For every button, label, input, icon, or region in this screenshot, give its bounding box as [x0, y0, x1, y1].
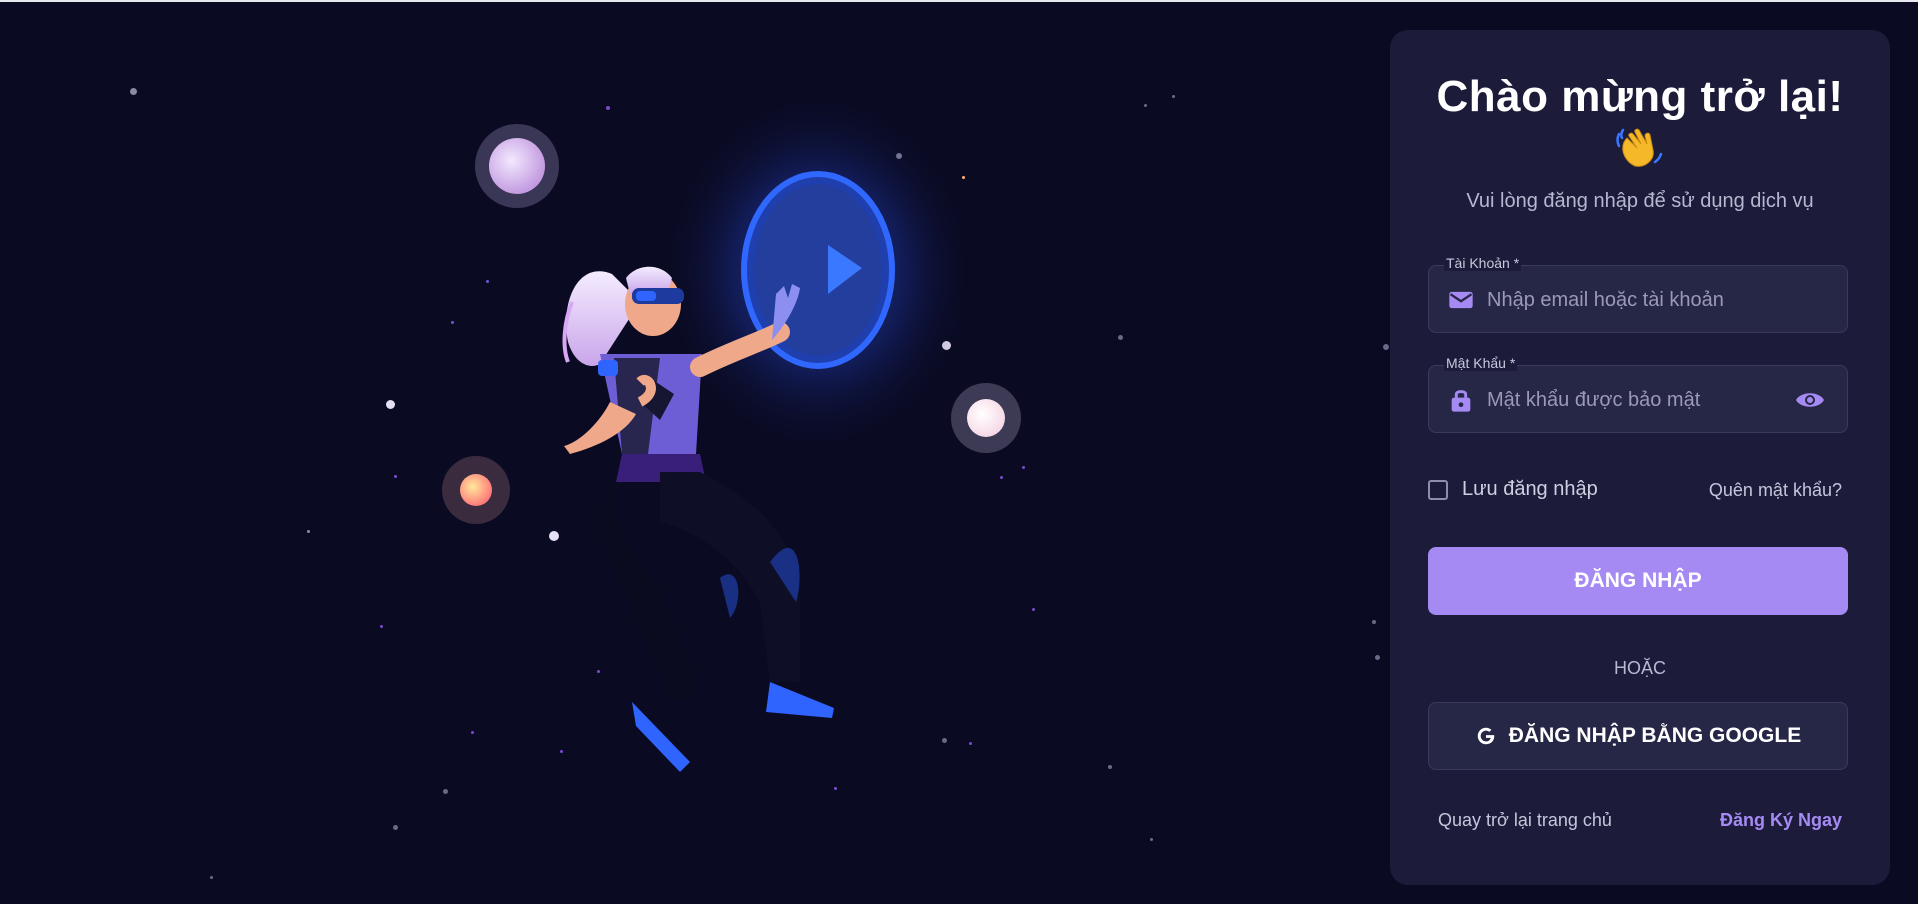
password-label: Mật Khẩu *	[1444, 355, 1518, 371]
waving-hand-icon	[1616, 128, 1663, 167]
lock-icon	[1451, 390, 1471, 412]
envelope-icon	[1449, 291, 1473, 309]
google-login-label: ĐĂNG NHẬP BẰNG GOOGLE	[1508, 724, 1802, 747]
google-g-icon	[1477, 727, 1495, 745]
remember-me-label: Lưu đăng nhập	[1462, 478, 1598, 500]
login-button[interactable]: ĐĂNG NHẬP	[1428, 547, 1848, 615]
google-login-button[interactable]: ĐĂNG NHẬP BẰNG GOOGLE	[1428, 702, 1848, 770]
login-panel: Chào mừng trở lại! Vui lòng đăng nhập để…	[1390, 30, 1890, 885]
account-input[interactable]	[1485, 266, 1789, 334]
forgot-password-link[interactable]: Quên mật khẩu?	[1709, 480, 1842, 501]
password-field-container	[1428, 365, 1848, 434]
eye-icon[interactable]	[1795, 388, 1825, 412]
account-field-container	[1428, 265, 1848, 334]
checkbox-box[interactable]	[1428, 479, 1448, 500]
password-input[interactable]	[1485, 366, 1789, 434]
page-title: Chào mừng trở lại!	[1436, 72, 1844, 121]
or-divider: HOẶC	[1613, 658, 1666, 678]
back-home-link[interactable]: Quay trở lại trang chủ	[1438, 810, 1612, 831]
account-label: Tài Khoản *	[1444, 255, 1522, 271]
register-link[interactable]: Đăng Ký Ngay	[1720, 810, 1842, 831]
remember-me-checkbox[interactable]: Lưu đăng nhập	[1428, 478, 1598, 501]
subtitle: Vui lòng đăng nhập để sử dụng dịch vụ	[1466, 190, 1814, 212]
